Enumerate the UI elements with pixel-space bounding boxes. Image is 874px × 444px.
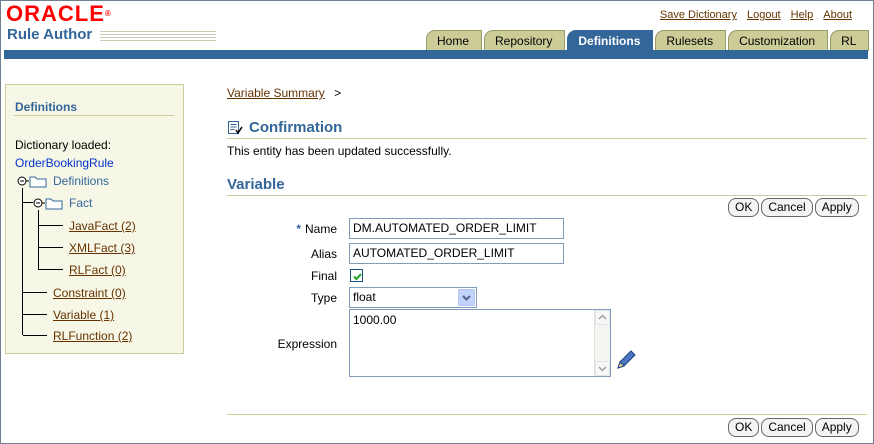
tree-item-javafact[interactable]: JavaFact (2) bbox=[69, 219, 136, 233]
variable-section-title: Variable bbox=[227, 176, 285, 193]
bottom-button-group: OK Cancel Apply bbox=[728, 418, 859, 437]
confirmation-divider bbox=[227, 138, 867, 139]
alias-input[interactable]: AUTOMATED_ORDER_LIMIT bbox=[349, 243, 564, 264]
tree-collapse-folder-icon[interactable] bbox=[17, 174, 49, 188]
confirmation-title: Confirmation bbox=[249, 119, 343, 136]
expression-value: 1000.00 bbox=[353, 313, 397, 327]
breadcrumb-separator: > bbox=[334, 86, 342, 100]
tab-bar-underline bbox=[4, 50, 868, 59]
tab-rl[interactable]: RL bbox=[830, 30, 870, 51]
tree-collapse-folder-icon[interactable] bbox=[33, 196, 65, 210]
tree-line bbox=[38, 210, 39, 270]
confirmation-message: This entity has been updated successfull… bbox=[227, 144, 452, 158]
tab-home[interactable]: Home bbox=[426, 30, 483, 51]
expression-scrollbar[interactable] bbox=[594, 310, 610, 376]
sidebar-divider bbox=[14, 115, 174, 116]
tree-item-rlfunction[interactable]: RLFunction (2) bbox=[53, 329, 132, 343]
tree-line bbox=[23, 202, 33, 203]
edit-pencil-icon[interactable] bbox=[614, 348, 638, 372]
header-decoration bbox=[100, 31, 216, 42]
save-dictionary-link[interactable]: Save Dictionary bbox=[660, 9, 737, 21]
cancel-button[interactable]: Cancel bbox=[761, 418, 813, 437]
global-links: Save Dictionary Logout Help About bbox=[650, 9, 852, 21]
confirmation-icon bbox=[228, 120, 243, 134]
ok-button[interactable]: OK bbox=[728, 198, 760, 217]
tree-line bbox=[39, 225, 63, 226]
tree-item-variable[interactable]: Variable (1) bbox=[53, 308, 114, 322]
tree-line bbox=[39, 247, 63, 248]
cancel-button[interactable]: Cancel bbox=[761, 198, 813, 217]
tree-line bbox=[23, 292, 47, 293]
ok-button[interactable]: OK bbox=[728, 418, 760, 437]
sidebar-title: Definitions bbox=[15, 100, 77, 114]
final-checkbox[interactable] bbox=[350, 269, 363, 282]
tree-item-constraint[interactable]: Constraint (0) bbox=[53, 286, 126, 300]
apply-button[interactable]: Apply bbox=[814, 198, 859, 217]
tab-rulesets[interactable]: Rulesets bbox=[655, 30, 727, 51]
final-label: Final bbox=[310, 269, 337, 283]
bottom-divider bbox=[227, 414, 867, 415]
checkmark-icon bbox=[353, 273, 362, 281]
tree-line bbox=[23, 314, 47, 315]
apply-button[interactable]: Apply bbox=[814, 418, 859, 437]
scroll-up-icon[interactable] bbox=[595, 310, 610, 325]
name-input[interactable]: DM.AUTOMATED_ORDER_LIMIT bbox=[349, 218, 564, 239]
tree-line bbox=[22, 188, 23, 335]
scroll-down-icon[interactable] bbox=[595, 361, 610, 376]
breadcrumb-variable-summary[interactable]: Variable Summary bbox=[227, 86, 325, 100]
top-button-group: OK Cancel Apply bbox=[728, 198, 859, 217]
tree-item-rlfact[interactable]: RLFact (0) bbox=[69, 263, 126, 277]
variable-divider bbox=[227, 195, 867, 196]
name-label: * Name bbox=[296, 222, 337, 236]
tree-item-fact[interactable]: Fact bbox=[69, 196, 92, 210]
tab-customization[interactable]: Customization bbox=[728, 30, 829, 51]
dictionary-label: Dictionary loaded: bbox=[15, 138, 112, 152]
breadcrumb: Variable Summary > bbox=[227, 86, 341, 100]
tab-repository[interactable]: Repository bbox=[484, 30, 566, 51]
dictionary-name[interactable]: OrderBookingRule bbox=[15, 156, 114, 170]
type-select[interactable]: float bbox=[349, 287, 477, 308]
alias-label: Alias bbox=[310, 247, 337, 261]
about-link[interactable]: About bbox=[823, 9, 852, 21]
tab-definitions[interactable]: Definitions bbox=[567, 30, 654, 51]
type-label: Type bbox=[310, 291, 337, 305]
expression-textarea[interactable]: 1000.00 bbox=[349, 309, 611, 377]
tree-line bbox=[23, 335, 47, 336]
help-link[interactable]: Help bbox=[791, 9, 814, 21]
logout-link[interactable]: Logout bbox=[747, 9, 781, 21]
type-select-value: float bbox=[353, 290, 376, 304]
tree-line bbox=[39, 269, 63, 270]
product-name: Rule Author bbox=[7, 26, 93, 43]
oracle-logo: ORACLE® bbox=[6, 1, 112, 26]
sidebar: Definitions Dictionary loaded: OrderBook… bbox=[5, 84, 184, 354]
required-marker: * bbox=[296, 222, 301, 236]
tab-bar: Home Repository Definitions Rulesets Cus… bbox=[426, 29, 871, 51]
tree-item-xmlfact[interactable]: XMLFact (3) bbox=[69, 241, 135, 255]
expression-label: Expression bbox=[277, 337, 337, 351]
tree-item-definitions[interactable]: Definitions bbox=[53, 174, 109, 188]
confirmation-header: Confirmation bbox=[227, 119, 342, 136]
chevron-down-icon[interactable] bbox=[458, 289, 475, 306]
